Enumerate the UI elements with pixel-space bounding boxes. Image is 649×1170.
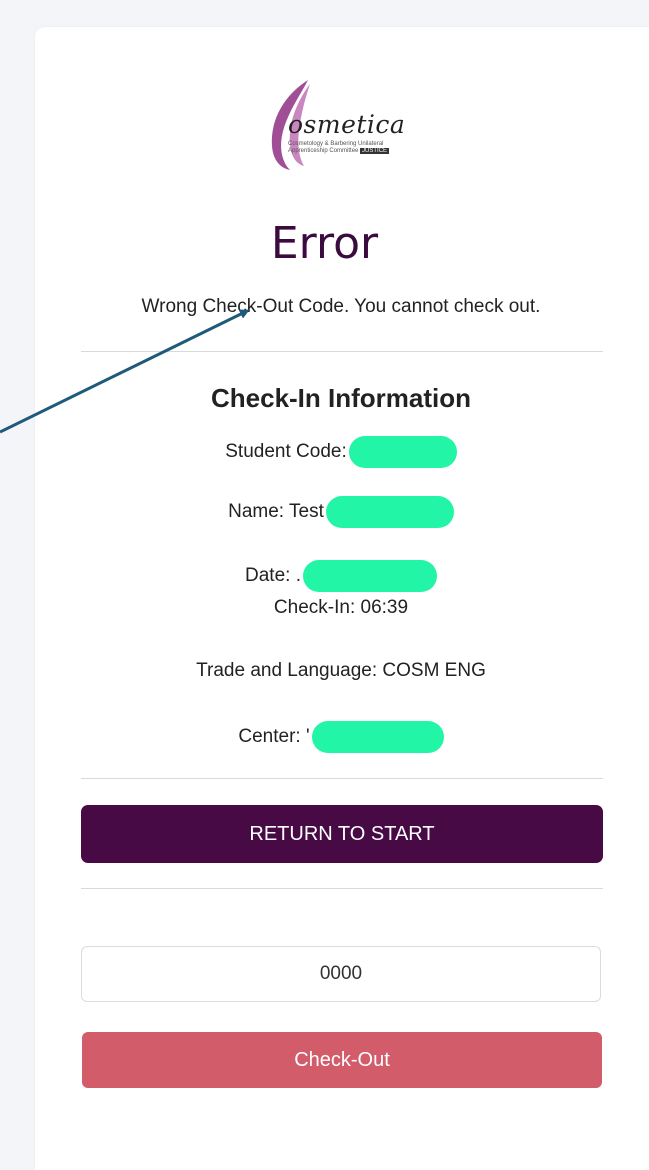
center-label: Center: ' <box>238 726 310 748</box>
checkin-section-title: Check-In Information <box>210 383 471 413</box>
divider-top <box>81 351 603 352</box>
redacted-center <box>311 721 444 753</box>
brand-subtitle-line1: Cosmetology & Barbering Unilateral <box>288 141 384 147</box>
brand-name: osmetica <box>288 110 406 139</box>
checkout-code-input[interactable] <box>81 946 601 1002</box>
brand-subtitle: Cosmetology & Barbering Unilateral Appre… <box>288 141 458 155</box>
redacted-student-code <box>348 436 457 468</box>
divider-middle <box>81 778 603 779</box>
student-code-row: Student Code: <box>0 436 649 468</box>
name-label: Name: Test <box>228 501 324 523</box>
divider-bottom <box>81 888 603 889</box>
error-title: Error <box>270 218 379 269</box>
redacted-name <box>325 496 454 528</box>
brand-badge: JUSTICE <box>360 148 390 154</box>
trade-language: Trade and Language: COSM ENG <box>196 660 486 681</box>
checkin-time: Check-In: 06:39 <box>273 597 409 618</box>
name-row: Name: Test <box>0 496 649 528</box>
redacted-date <box>302 560 437 592</box>
student-code-label: Student Code: <box>225 441 347 463</box>
date-label: Date: . <box>245 565 301 587</box>
brand-subtitle-line2: Apprenticeship Committee <box>288 148 359 154</box>
return-to-start-button[interactable]: RETURN TO START <box>81 805 603 863</box>
error-message: Wrong Check-Out Code. You cannot check o… <box>141 296 541 317</box>
date-row: Date: . <box>0 560 649 592</box>
center-row: Center: ' <box>0 721 649 753</box>
checkout-button[interactable]: Check-Out <box>82 1032 602 1088</box>
